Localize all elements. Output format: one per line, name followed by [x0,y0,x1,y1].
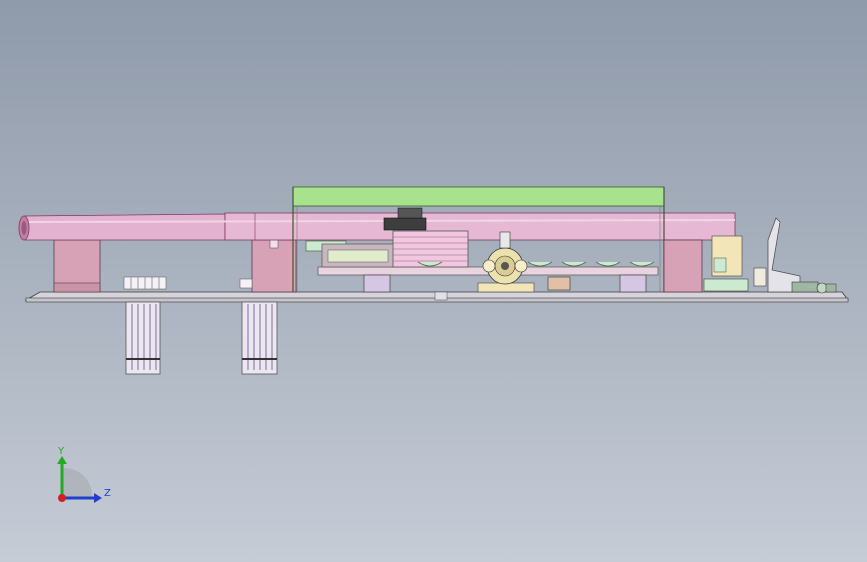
base-plate[interactable] [24,291,849,303]
orientation-triad: Y Z [57,446,111,503]
cad-viewport[interactable]: Y Z [0,0,867,562]
x-axis-dot [58,494,66,502]
middle-leg[interactable] [241,301,278,375]
gear-motor[interactable] [477,231,535,293]
triad-z-label: Z [104,488,111,499]
cad-drawing[interactable]: Y Z [0,0,867,562]
left-leg[interactable] [125,301,161,375]
main-pipe[interactable] [18,212,736,241]
left-saddle-support[interactable] [53,239,101,293]
central-platform[interactable] [305,240,659,276]
bolt-cluster-left [123,276,253,290]
right-bracket-valve[interactable] [767,217,837,294]
triad-y-label: Y [57,446,65,457]
right-saddle-support[interactable] [251,235,297,293]
right-end-support[interactable] [663,235,767,293]
